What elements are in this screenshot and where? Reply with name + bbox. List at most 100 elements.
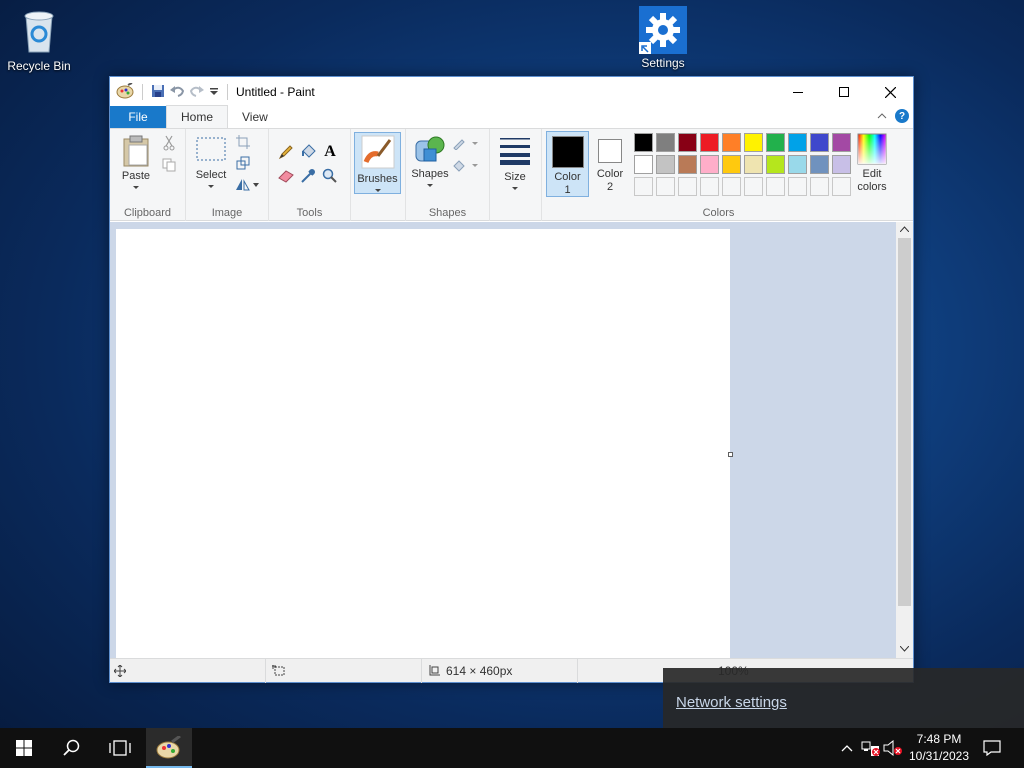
customize-qat-icon[interactable] [209, 85, 219, 100]
brushes-group: Brushes [351, 129, 405, 221]
palette-color-swatch[interactable] [656, 155, 675, 174]
rotate-icon[interactable] [234, 175, 260, 193]
palette-color-swatch[interactable] [722, 133, 741, 152]
canvas-resize-handle-right[interactable] [728, 452, 733, 457]
scroll-up-icon[interactable] [900, 226, 909, 232]
palette-custom-slot[interactable] [700, 177, 719, 196]
palette-color-swatch[interactable] [722, 155, 741, 174]
tools-group: A Tools [269, 129, 351, 221]
palette-color-swatch[interactable] [810, 155, 829, 174]
network-tray-button[interactable] [860, 728, 882, 768]
close-button[interactable] [867, 77, 913, 107]
palette-color-swatch[interactable] [744, 133, 763, 152]
cut-icon[interactable] [160, 134, 178, 152]
undo-icon[interactable] [169, 84, 185, 101]
redo-icon[interactable] [189, 84, 205, 101]
eraser-icon[interactable] [277, 167, 295, 185]
network-settings-link[interactable]: Network settings [676, 694, 787, 711]
colors-group: Color 1 Color 2 Edit colors Colors [542, 129, 895, 221]
crop-icon[interactable] [234, 133, 252, 151]
palette-color-swatch[interactable] [810, 133, 829, 152]
palette-color-swatch[interactable] [832, 155, 851, 174]
paint-app-icon[interactable] [116, 81, 134, 102]
vertical-scroll-thumb[interactable] [898, 238, 911, 606]
shapes-button[interactable]: Shapes [410, 135, 450, 187]
palette-custom-slot[interactable] [788, 177, 807, 196]
help-icon[interactable]: ? [895, 109, 909, 123]
resize-icon[interactable] [234, 154, 252, 172]
copy-icon[interactable] [160, 156, 178, 174]
shapes-dropdown-arrow [427, 184, 433, 187]
palette-color-swatch[interactable] [744, 155, 763, 174]
outline-icon[interactable] [452, 134, 480, 152]
color2-button[interactable]: Color 2 [590, 131, 630, 197]
palette-custom-slot[interactable] [832, 177, 851, 196]
palette-custom-slot[interactable] [810, 177, 829, 196]
palette-custom-slot[interactable] [634, 177, 653, 196]
palette-color-swatch[interactable] [832, 133, 851, 152]
task-view-button[interactable] [96, 728, 144, 768]
settings-desktop-icon[interactable]: Settings [625, 6, 701, 70]
save-icon[interactable] [151, 84, 165, 101]
palette-custom-slot[interactable] [722, 177, 741, 196]
shapes-label: Shapes [411, 168, 449, 180]
palette-color-swatch[interactable] [788, 133, 807, 152]
brushes-button[interactable]: Brushes [354, 132, 401, 194]
color1-swatch [551, 136, 584, 168]
pencil-icon[interactable] [277, 143, 295, 161]
color-picker-icon[interactable] [299, 167, 317, 185]
magnifier-icon[interactable] [321, 167, 339, 185]
text-tool-icon[interactable]: A [321, 143, 339, 161]
ribbon: Paste Clipboard Select Image A Tools Bru… [110, 129, 913, 221]
volume-tray-button[interactable] [882, 728, 904, 768]
show-hidden-icons-button[interactable] [836, 728, 858, 768]
palette-custom-slot[interactable] [744, 177, 763, 196]
fill-bucket-icon[interactable] [299, 143, 317, 161]
canvas-size-icon [429, 665, 440, 676]
color1-button[interactable]: Color 1 [546, 131, 589, 197]
vertical-scrollbar[interactable] [896, 222, 913, 658]
palette-custom-slot[interactable] [656, 177, 675, 196]
palette-custom-slot[interactable] [678, 177, 697, 196]
brush-icon [361, 135, 394, 169]
tab-view[interactable]: View [228, 106, 282, 128]
palette-color-swatch[interactable] [700, 133, 719, 152]
search-button[interactable] [48, 728, 96, 768]
palette-color-swatch[interactable] [678, 155, 697, 174]
action-center-button[interactable] [972, 728, 1012, 768]
recycle-bin-desktop-icon[interactable]: Recycle Bin [1, 8, 77, 73]
palette-color-swatch[interactable] [766, 133, 785, 152]
palette-color-swatch[interactable] [634, 155, 653, 174]
tab-file[interactable]: File [110, 106, 166, 128]
paste-button[interactable]: Paste [116, 135, 156, 189]
colors-group-label: Colors [702, 207, 735, 219]
recycle-bin-icon [24, 11, 54, 53]
palette-custom-slot[interactable] [766, 177, 785, 196]
select-button[interactable]: Select [192, 135, 230, 188]
palette-color-swatch[interactable] [766, 155, 785, 174]
select-dropdown-arrow [208, 185, 214, 188]
palette-color-swatch[interactable] [700, 155, 719, 174]
close-icon [884, 86, 896, 98]
start-button[interactable] [0, 728, 48, 768]
tab-home[interactable]: Home [166, 105, 229, 128]
size-button[interactable]: Size [496, 135, 534, 190]
minimize-ribbon-icon[interactable] [877, 109, 887, 123]
color2-label-line1: Color [596, 168, 624, 180]
palette-color-swatch[interactable] [656, 133, 675, 152]
clock-date: 10/31/2023 [908, 749, 970, 763]
system-clock[interactable]: 7:48 PM 10/31/2023 [906, 731, 972, 765]
paste-icon [123, 135, 149, 167]
maximize-button[interactable] [821, 77, 867, 107]
minimize-button[interactable] [775, 77, 821, 107]
palette-color-swatch[interactable] [788, 155, 807, 174]
palette-color-swatch[interactable] [678, 133, 697, 152]
edit-colors-button[interactable]: Edit colors [852, 133, 892, 194]
taskbar-paint-button[interactable] [146, 728, 192, 768]
fill-icon[interactable] [452, 156, 480, 174]
scroll-down-icon[interactable] [900, 646, 909, 652]
drawing-canvas[interactable] [116, 229, 730, 658]
palette-color-swatch[interactable] [634, 133, 653, 152]
task-view-icon [109, 740, 131, 756]
select-label: Select [195, 169, 227, 181]
